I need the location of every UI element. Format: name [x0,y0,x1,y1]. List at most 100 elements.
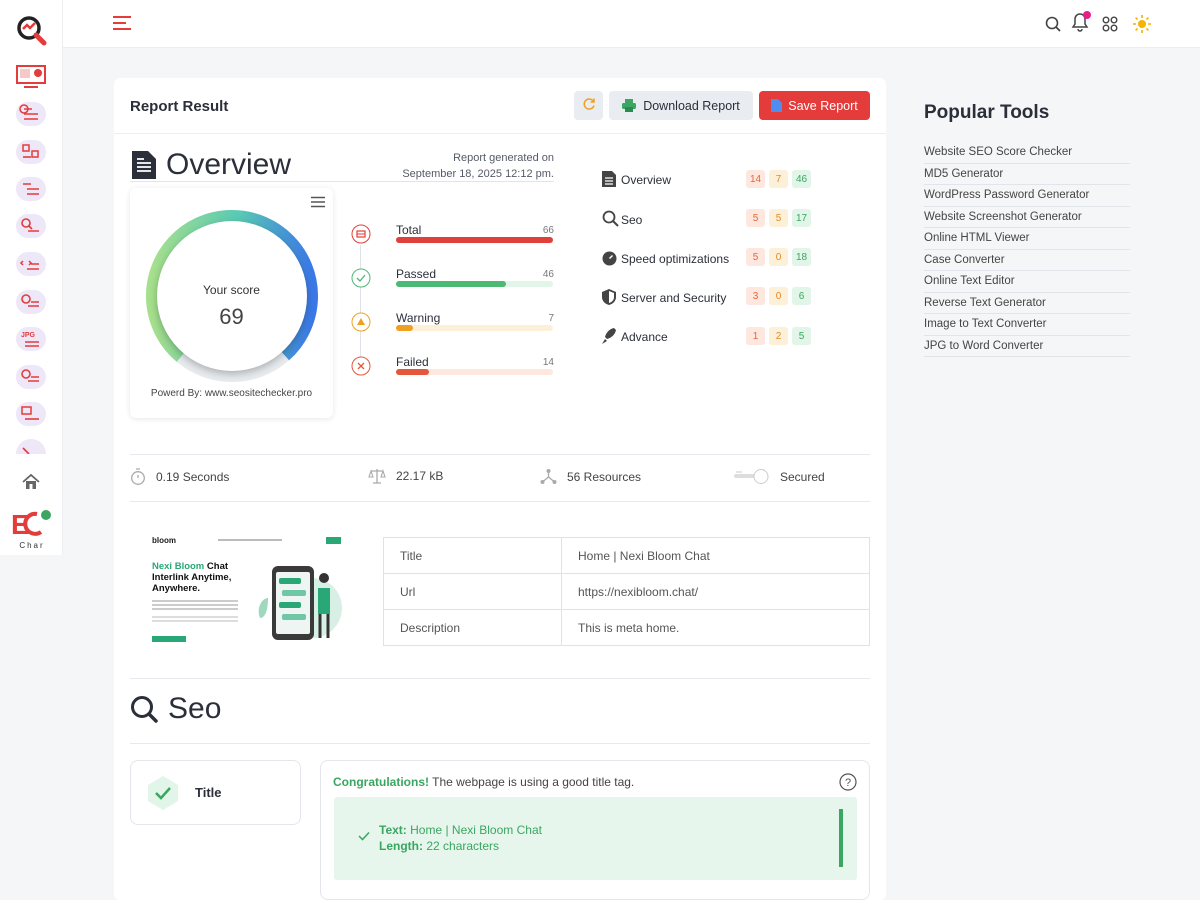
tool-icon-counter[interactable] [15,176,47,202]
printer-icon [622,99,637,112]
table-row: Url https://nexibloom.chat/ [383,573,870,610]
metric-count: 66 [542,225,554,236]
sun-icon[interactable] [1132,14,1152,34]
overview-title: Overview [166,148,292,181]
report-card: Report Result Download Report Save Repor… [114,78,886,900]
top-bar [63,0,1200,48]
tool-icon-ping[interactable] [15,364,47,390]
tool-sidebar: JPG E Char [0,0,63,555]
tool-icon-report[interactable] [15,64,47,90]
screenshot-headline-suffix: Chat [204,561,229,572]
category-overview[interactable] [602,169,616,189]
brand-text: Char [19,541,45,550]
metric-bar-warning [396,325,553,331]
metric-bar-total [396,237,553,243]
toggle-icon [734,469,769,484]
metric-label: Warning [396,311,441,325]
home-icon[interactable] [21,472,41,492]
result-length-value: 22 characters [423,839,500,853]
score-gauge-card: Your score 69 Powerd By: www.seositechec… [130,188,333,418]
popular-tool-link[interactable]: MD5 Generator [924,164,1130,185]
table-row: Description This is meta home. [383,609,870,646]
stats-divider-top [130,454,870,455]
metric-label: Total [396,223,422,237]
popular-tool-link[interactable]: Case Converter [924,250,1130,271]
screenshot-paragraph [152,600,238,602]
tool-icon-html[interactable] [15,101,47,127]
popular-tools-title: Popular Tools [924,102,1050,123]
tool-icon-ip[interactable] [15,401,47,427]
refresh-button[interactable] [574,91,603,120]
tool-icon-more[interactable] [15,438,47,454]
download-report-button[interactable]: Download Report [609,91,753,120]
category-seo[interactable] [602,208,619,228]
screenshot-headline-line2: Interlink Anytime, [152,572,232,583]
tool-icon-code[interactable] [15,251,47,277]
popular-tool-link[interactable]: WordPress Password Generator [924,185,1130,207]
save-report-button[interactable]: Save Report [759,91,870,120]
meta-key: Title [383,537,562,574]
scale-icon [368,469,386,484]
title-check-result: Congratulations! The webpage is using a … [320,760,870,900]
rocket-icon [602,328,616,344]
score-label: Your score [203,283,260,297]
category-name: Overview [621,173,672,187]
seo-title: Seo [168,692,222,725]
search-icon [602,210,619,227]
popular-tool-link[interactable]: Website Screenshot Generator [924,207,1130,228]
metric-count: 14 [542,357,554,368]
page-size-value: 22.17 kB [396,469,444,483]
save-report-label: Save Report [788,98,858,113]
metric-bar-failed [396,369,553,375]
search-icon[interactable] [1043,14,1063,34]
meta-value: https://nexibloom.chat/ [561,573,870,610]
tool-icon-link[interactable] [15,289,47,315]
gauge-menu-icon[interactable] [311,196,325,208]
screenshot-headline-brand: Nexi Bloom [152,561,205,572]
load-time-stat: 0.19 Seconds [130,468,229,485]
bell-icon[interactable] [1068,10,1094,34]
help-icon[interactable]: ? [839,773,857,791]
document-list-icon [602,171,616,187]
resources-value: 56 Resources [567,469,642,484]
warning-badge: 2 [769,327,788,345]
seo-checker-logo-icon[interactable] [15,14,47,46]
popular-tool-link[interactable]: Online HTML Viewer [924,228,1130,250]
category-badges: 1 2 5 [746,327,811,345]
popular-tool-link[interactable]: Image to Text Converter [924,314,1130,336]
check-name: Title [195,785,222,800]
meta-key: Url [383,573,562,610]
result-text-value: Home | Nexi Bloom Chat [406,823,542,837]
stopwatch-icon [131,468,145,485]
svg-text:JPG: JPG [21,332,36,339]
check-icon [358,831,370,841]
title-check-card[interactable]: Title [130,760,301,825]
category-advance[interactable] [602,326,616,346]
powered-by: Powerd By: www.seositechecker.pro [150,388,313,399]
tool-icon-grid[interactable] [15,139,47,165]
screenshot-headline: Nexi Bloom Chat Interlink Anytime, Anywh… [152,561,231,594]
apps-icon[interactable] [1100,14,1120,34]
screenshot-illustration [258,566,342,640]
failed-icon [351,356,371,376]
category-speed[interactable] [602,248,617,268]
failed-badge: 5 [746,248,765,266]
passed-badge: 46 [792,170,811,188]
page-size-stat: 22.17 kB [368,468,443,484]
popular-tool-link[interactable]: Reverse Text Generator [924,293,1130,314]
tool-icon-search[interactable] [15,213,47,239]
seo-heading: Seo [130,692,221,726]
screenshot-button [152,636,186,642]
metric-label: Passed [396,267,437,281]
popular-tool-link[interactable]: Website SEO Score Checker [924,142,1130,164]
warning-badge: 7 [769,170,788,188]
popular-tool-link[interactable]: Online Text Editor [924,271,1130,293]
shield-icon [602,289,616,305]
category-security[interactable] [602,287,616,307]
refresh-icon [582,98,595,110]
brand-logo[interactable]: E Char [11,508,53,550]
popular-tool-link[interactable]: JPG to Word Converter [924,336,1130,357]
tool-icon-jpg[interactable]: JPG [15,326,47,352]
category-name: Advance [621,330,668,344]
menu-icon[interactable] [113,15,131,31]
